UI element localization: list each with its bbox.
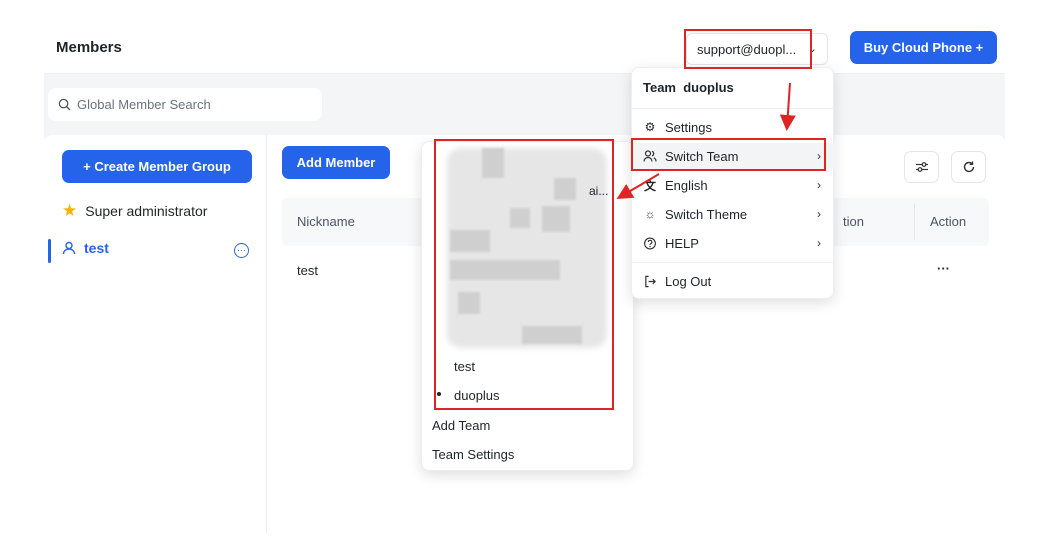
team-settings-item[interactable]: Team Settings <box>432 447 514 462</box>
column-partial: tion <box>843 214 864 229</box>
menu-item-label: Settings <box>665 119 712 135</box>
member-group-sidebar: + Create Member Group ★ Super administra… <box>44 135 267 533</box>
redacted-block <box>542 206 570 232</box>
sliders-icon <box>915 162 928 172</box>
redacted-block <box>482 148 504 178</box>
column-divider <box>914 204 915 240</box>
menu-item-label: Log Out <box>665 273 712 289</box>
group-item-test[interactable]: test <box>62 240 109 256</box>
group-label: Super administrator <box>85 203 208 219</box>
column-action: Action <box>930 214 967 229</box>
team-switch-submenu: ai... test duoplus Add Team Team Setting… <box>421 141 634 471</box>
group-label: test <box>84 240 109 256</box>
gear-icon: ⚙ <box>644 120 656 134</box>
team-name: duoplus <box>683 80 734 95</box>
help-icon <box>644 237 656 249</box>
redacted-block <box>450 230 490 252</box>
search-icon <box>58 98 71 111</box>
account-dropdown[interactable]: support@duopl... ⌄ <box>686 33 828 65</box>
row-actions-menu[interactable]: ··· <box>937 261 950 276</box>
menu-divider <box>632 108 835 109</box>
menu-item-help[interactable]: HELP › <box>632 230 835 256</box>
cell-nickname: test <box>297 263 318 278</box>
filter-settings-button[interactable] <box>904 151 939 183</box>
add-member-button[interactable]: Add Member <box>282 146 390 179</box>
menu-item-label: English <box>665 177 708 193</box>
create-member-group-button[interactable]: + Create Member Group <box>62 150 252 183</box>
team-prefix: Team <box>643 80 676 95</box>
menu-divider <box>632 262 835 263</box>
user-account-menu: Team duoplus ⚙ Settings Switch Team › 文 … <box>631 67 835 299</box>
menu-item-switch-theme[interactable]: ☼ Switch Theme › <box>632 201 835 227</box>
menu-item-label: Switch Theme <box>665 206 748 222</box>
users-icon <box>643 150 657 162</box>
refresh-button[interactable] <box>951 151 986 183</box>
team-item-partial: ai... <box>589 184 609 198</box>
star-icon: ★ <box>62 201 78 220</box>
redacted-block <box>554 178 576 200</box>
chevron-right-icon: › <box>817 236 821 250</box>
more-options-icon[interactable]: ··· <box>234 243 249 258</box>
buy-cloud-phone-button[interactable]: Buy Cloud Phone + <box>850 31 997 64</box>
menu-item-switch-team[interactable]: Switch Team › <box>632 143 835 169</box>
global-member-search[interactable] <box>48 88 322 121</box>
current-team-label: Team duoplus <box>643 80 734 95</box>
redacted-block <box>458 292 480 314</box>
column-nickname: Nickname <box>297 214 355 229</box>
chevron-right-icon: › <box>817 178 821 192</box>
account-label: support@duopl... <box>697 41 797 57</box>
chevron-right-icon: › <box>817 207 821 221</box>
search-input[interactable] <box>77 97 297 112</box>
redacted-block <box>450 260 560 280</box>
current-team-dot <box>437 392 441 396</box>
menu-item-logout[interactable]: Log Out <box>632 268 835 294</box>
team-item-duoplus[interactable]: duoplus <box>454 388 500 403</box>
menu-item-language[interactable]: 文 English › <box>632 172 835 198</box>
menu-item-label: HELP <box>665 235 699 251</box>
team-item-test[interactable]: test <box>454 359 475 374</box>
refresh-icon <box>963 161 974 173</box>
group-item-super-administrator[interactable]: ★ Super administrator <box>62 201 207 221</box>
menu-item-settings[interactable]: ⚙ Settings <box>632 114 835 140</box>
page-title: Members <box>56 39 122 56</box>
add-team-item[interactable]: Add Team <box>432 418 490 433</box>
chevron-down-icon: ⌄ <box>807 43 817 55</box>
translate-icon: 文 <box>643 178 656 193</box>
redacted-block <box>522 326 582 344</box>
sun-icon: ☼ <box>644 207 656 221</box>
user-icon <box>62 241 76 255</box>
logout-icon <box>645 275 656 287</box>
redacted-block <box>510 208 530 228</box>
menu-item-label: Switch Team <box>665 148 739 164</box>
active-indicator <box>48 239 51 263</box>
chevron-right-icon: › <box>817 149 821 163</box>
